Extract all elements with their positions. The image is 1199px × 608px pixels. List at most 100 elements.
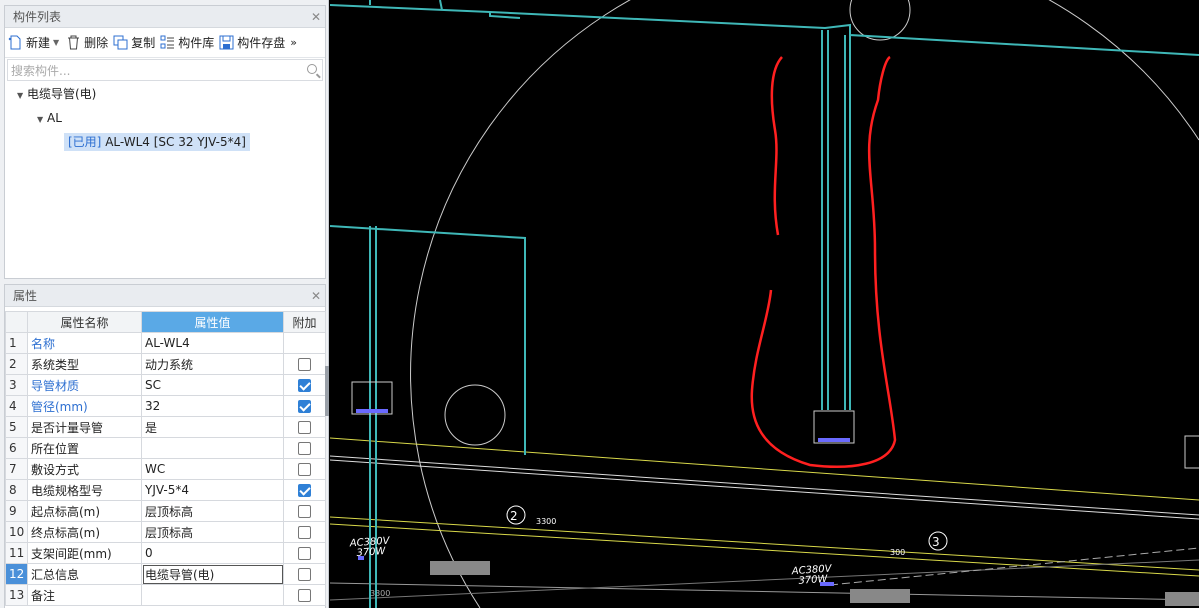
used-tag: [已用] <box>68 135 102 149</box>
property-panel: 属性 ✕ 属性名称 属性值 附加 1 名称 AL-WL4 2 系统类型 动力系统 3 导管材质… <box>4 284 326 608</box>
library-icon <box>160 35 175 50</box>
property-name: 敷设方式 <box>27 458 142 480</box>
copy-button[interactable]: 复制 <box>113 34 155 51</box>
extra-checkbox[interactable] <box>298 358 311 371</box>
caret-down-icon[interactable]: ▼ <box>37 108 47 132</box>
copy-button-label: 复制 <box>131 36 156 50</box>
extra-checkbox[interactable] <box>298 463 311 476</box>
extra-checkbox[interactable] <box>298 400 311 413</box>
property-row[interactable]: 1 名称 AL-WL4 <box>5 332 326 354</box>
extra-checkbox[interactable] <box>298 505 311 518</box>
property-value-field[interactable]: 层顶标高 <box>141 521 284 543</box>
property-value-field[interactable]: SC <box>141 374 284 396</box>
extra-cell <box>283 395 326 417</box>
extra-cell <box>283 500 326 522</box>
property-name: 系统类型 <box>27 353 142 375</box>
dimension-label: 300 <box>890 548 905 557</box>
property-name: 所在位置 <box>27 437 142 459</box>
extra-checkbox[interactable] <box>298 484 311 497</box>
property-value-field[interactable]: 电缆导管(电) <box>141 563 284 585</box>
save-disk-icon <box>219 35 234 50</box>
search-icon[interactable] <box>307 64 317 74</box>
drawing-canvas[interactable]: 2 3 3300 300 3300 AC380V 370W AC380V 370… <box>329 0 1199 608</box>
new-button[interactable]: 新建 ▼ <box>8 34 61 51</box>
tree-item-selected[interactable]: [已用] AL-WL4 [SC 32 YJV-5*4] <box>64 133 250 151</box>
property-value-field[interactable] <box>141 437 284 459</box>
property-row[interactable]: 9 起点标高(m) 层顶标高 <box>5 500 326 522</box>
property-row[interactable]: 12 汇总信息 电缆导管(电) <box>5 563 326 585</box>
component-save-button[interactable]: 构件存盘 <box>219 34 285 51</box>
property-row[interactable]: 10 终点标高(m) 层顶标高 <box>5 521 326 543</box>
row-number: 9 <box>5 500 28 522</box>
property-value-field[interactable]: 32 <box>141 395 284 417</box>
chevron-down-icon[interactable]: ▼ <box>53 38 59 47</box>
component-library-label: 构件库 <box>178 36 215 50</box>
red-annotation <box>750 55 897 468</box>
grid-line-white <box>329 582 1199 601</box>
close-icon[interactable]: ✕ <box>311 285 321 307</box>
tree-node-cable-conduit[interactable]: ▼ 电缆导管(电) <box>5 82 325 106</box>
property-row[interactable]: 7 敷设方式 WC <box>5 458 326 480</box>
copy-icon <box>113 35 128 50</box>
extra-checkbox[interactable] <box>298 568 311 581</box>
property-row[interactable]: 5 是否计量导管是 <box>5 416 326 438</box>
property-panel-title: 属性 ✕ <box>5 285 325 307</box>
extra-cell <box>283 542 326 564</box>
property-value-field[interactable]: AL-WL4 <box>141 332 284 354</box>
extra-cell <box>283 416 326 438</box>
tree-item-al-wl4[interactable]: [已用] AL-WL4 [SC 32 YJV-5*4] <box>5 130 325 154</box>
property-name: 是否计量导管 <box>27 416 142 438</box>
new-button-label: 新建 <box>26 36 51 50</box>
extra-checkbox[interactable] <box>298 379 311 392</box>
extra-checkbox[interactable] <box>298 547 311 560</box>
property-table-header: 属性名称 属性值 附加 <box>5 311 326 333</box>
property-name: 支架间距(mm) <box>27 542 142 564</box>
property-name: 管径(mm) <box>27 395 142 417</box>
header-num <box>5 311 28 333</box>
new-file-icon <box>8 35 23 50</box>
extra-checkbox[interactable] <box>298 526 311 539</box>
property-row[interactable]: 3 导管材质 SC <box>5 374 326 396</box>
property-value-field[interactable]: WC <box>141 458 284 480</box>
axis-label-3: 3 <box>932 535 940 549</box>
component-search-input[interactable]: 搜索构件... <box>7 59 323 81</box>
header-property-name: 属性名称 <box>27 311 142 333</box>
row-number: 10 <box>5 521 28 543</box>
panel-splitter-handle[interactable] <box>325 366 329 416</box>
more-tools-button[interactable]: » <box>290 36 297 49</box>
property-value-field[interactable] <box>141 584 284 606</box>
property-name: 电缆规格型号 <box>27 479 142 501</box>
extra-checkbox[interactable] <box>298 442 311 455</box>
extra-cell <box>283 332 326 354</box>
property-name: 名称 <box>27 332 142 354</box>
property-row[interactable]: 6 所在位置 <box>5 437 326 459</box>
property-value-field[interactable]: 0 <box>141 542 284 564</box>
junction-box <box>351 381 1199 469</box>
property-name: 起点标高(m) <box>27 500 142 522</box>
fixture <box>850 589 910 603</box>
grid-line-white <box>329 455 1199 516</box>
tree-node-al[interactable]: ▼ AL <box>5 106 325 130</box>
extra-checkbox[interactable] <box>298 421 311 434</box>
search-placeholder: 搜索构件... <box>11 63 71 78</box>
property-value-field[interactable]: YJV-5*4 <box>141 479 284 501</box>
trash-icon <box>66 35 81 50</box>
property-row[interactable]: 11 支架间距(mm) 0 <box>5 542 326 564</box>
property-row[interactable]: 2 系统类型 动力系统 <box>5 353 326 375</box>
component-library-button[interactable]: 构件库 <box>160 34 214 51</box>
delete-button[interactable]: 删除 <box>66 34 108 51</box>
property-row[interactable]: 8 电缆规格型号 YJV-5*4 <box>5 479 326 501</box>
tree-node-label: AL <box>47 111 62 125</box>
cad-drawing[interactable]: 2 3 3300 300 3300 AC380V 370W AC380V 370… <box>329 0 1199 608</box>
axis-label-2: 2 <box>510 509 518 523</box>
extra-checkbox[interactable] <box>298 589 311 602</box>
property-value-field[interactable]: 是 <box>141 416 284 438</box>
caret-down-icon[interactable]: ▼ <box>17 84 27 108</box>
property-value-field[interactable]: 动力系统 <box>141 353 284 375</box>
property-row[interactable]: 4 管径(mm) 32 <box>5 395 326 417</box>
property-value-field[interactable]: 层顶标高 <box>141 500 284 522</box>
small-tag <box>820 582 834 586</box>
close-icon[interactable]: ✕ <box>311 6 321 28</box>
property-row[interactable]: 13 备注 <box>5 584 326 606</box>
junction-box-label <box>818 438 850 442</box>
